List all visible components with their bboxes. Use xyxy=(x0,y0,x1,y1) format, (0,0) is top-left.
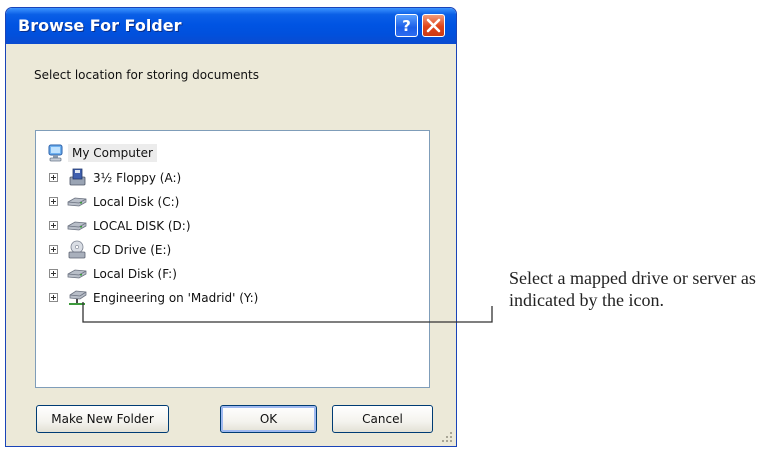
callout-line xyxy=(82,302,493,323)
callout-annotation: Select a mapped drive or server as indic… xyxy=(509,268,756,310)
